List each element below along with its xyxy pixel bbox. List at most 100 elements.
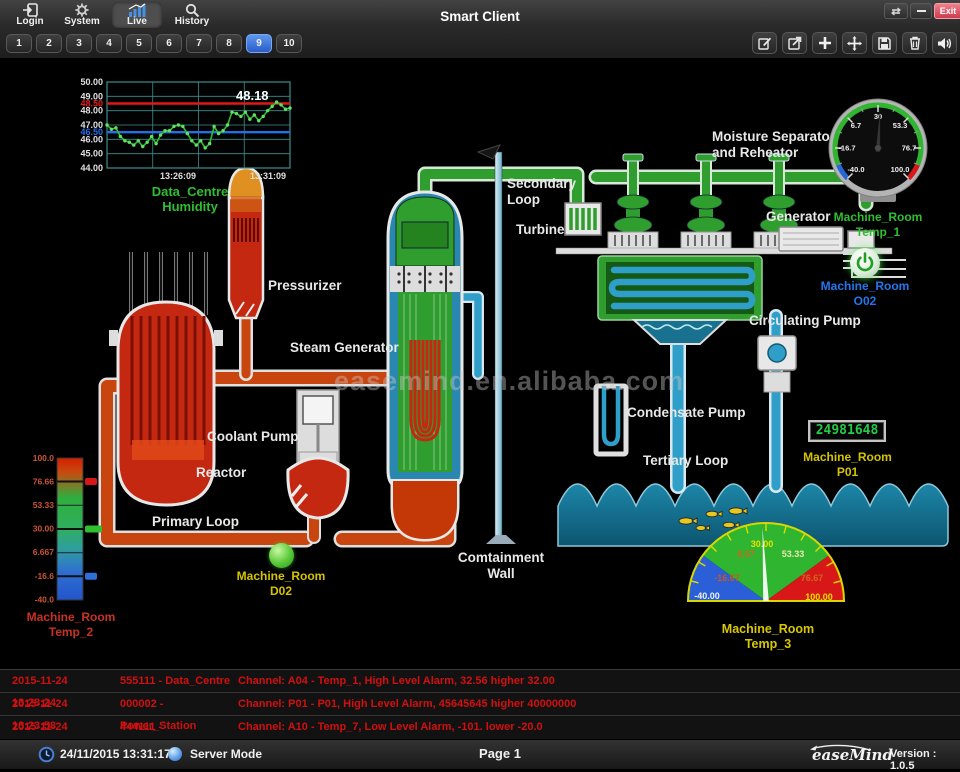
switch-o02-label: Machine_Room O02 bbox=[810, 279, 920, 309]
page-button-1[interactable]: 1 bbox=[6, 34, 32, 53]
svg-text:6.7: 6.7 bbox=[851, 121, 861, 130]
data-point bbox=[159, 133, 162, 136]
data-point bbox=[248, 118, 251, 121]
data-point bbox=[181, 125, 184, 128]
status-datetime: 24/11/2015 13:31:17 bbox=[60, 747, 171, 761]
login-icon bbox=[22, 3, 38, 17]
export-button[interactable] bbox=[782, 32, 807, 54]
bar-gauge-temp2-label: Machine_Room Temp_2 bbox=[6, 610, 136, 640]
gear-icon bbox=[74, 3, 90, 17]
svg-text:76.67: 76.67 bbox=[801, 573, 824, 583]
edit-button[interactable] bbox=[752, 32, 777, 54]
data-point bbox=[195, 143, 198, 146]
data-point bbox=[212, 125, 215, 128]
label-pressurizer: Pressurizer bbox=[268, 278, 342, 294]
add-button[interactable] bbox=[812, 32, 837, 54]
alarm-message: Channel: A04 - Temp_1, High Level Alarm,… bbox=[238, 670, 960, 692]
data-point bbox=[199, 139, 202, 142]
label-generator: Generator bbox=[766, 209, 831, 225]
svg-text:100.0: 100.0 bbox=[33, 453, 55, 463]
history-button[interactable]: History bbox=[168, 2, 216, 28]
live-chart-icon bbox=[128, 3, 146, 17]
y-axis-tick: 44.00 bbox=[80, 163, 103, 173]
alarm-row[interactable]: 2015-11-24 13:24:18444111 - Machine_Room… bbox=[0, 716, 960, 738]
data-point bbox=[288, 106, 291, 109]
move-button[interactable] bbox=[842, 32, 867, 54]
gauge-temp1-label: Machine_Room Temp_1 bbox=[824, 210, 932, 240]
coolant-pump bbox=[288, 390, 348, 518]
app-title: Smart Client bbox=[380, 9, 580, 24]
exit-button[interactable]: Exit bbox=[934, 3, 960, 19]
data-point bbox=[163, 129, 166, 132]
data-point bbox=[208, 142, 211, 145]
system-button[interactable]: System bbox=[58, 2, 106, 28]
refresh-icon bbox=[890, 7, 902, 16]
alarm-message: Channel: A10 - Temp_7, Low Level Alarm, … bbox=[238, 716, 960, 738]
login-button[interactable]: Login bbox=[8, 2, 52, 28]
data-point bbox=[105, 123, 108, 126]
data-point bbox=[186, 132, 189, 135]
svg-text:-40.0: -40.0 bbox=[35, 595, 55, 605]
data-point bbox=[190, 139, 193, 142]
data-point bbox=[257, 119, 260, 122]
page-button-6[interactable]: 6 bbox=[156, 34, 182, 53]
data-point bbox=[226, 123, 229, 126]
label-condensate-pump: Condensate Pump bbox=[627, 405, 746, 421]
data-point bbox=[177, 123, 180, 126]
alarm-message: Channel: P01 - P01, High Level Alarm, 45… bbox=[238, 693, 960, 715]
data-point bbox=[279, 103, 282, 106]
display-p01-label: Machine_Room P01 bbox=[800, 450, 895, 480]
page-button-4[interactable]: 4 bbox=[96, 34, 122, 53]
data-point bbox=[253, 113, 256, 116]
y-axis-tick: 45.00 bbox=[80, 149, 103, 159]
refresh-window-button[interactable] bbox=[884, 3, 908, 19]
delete-button[interactable] bbox=[902, 32, 927, 54]
alarm-row[interactable]: 2015-11-24 13:28:24555111 - Data_CentreC… bbox=[0, 670, 960, 693]
svg-text:-40.0: -40.0 bbox=[847, 165, 864, 174]
data-point bbox=[230, 110, 233, 113]
audio-button[interactable] bbox=[932, 32, 957, 54]
clock-icon bbox=[38, 746, 55, 763]
trend-chart-title: Data_Centre Humidity bbox=[90, 184, 290, 214]
data-point bbox=[244, 110, 247, 113]
current-page-label: Page 1 bbox=[445, 746, 555, 761]
alarm-station: 000002 - Power_Station bbox=[112, 693, 238, 715]
alarm-time: 2015-11-24 13:23:58 bbox=[0, 693, 112, 715]
minimize-button[interactable] bbox=[910, 3, 932, 19]
label-tertiary-loop: Tertiary Loop bbox=[643, 453, 728, 469]
save-button[interactable] bbox=[872, 32, 897, 54]
alarm-time: 2015-11-24 13:24:18 bbox=[0, 716, 112, 738]
page-button-10[interactable]: 10 bbox=[276, 34, 302, 53]
page-button-7[interactable]: 7 bbox=[186, 34, 212, 53]
page-button-2[interactable]: 2 bbox=[36, 34, 62, 53]
label-coolant-pump: Coolant Pump bbox=[207, 429, 299, 445]
page-button-5[interactable]: 5 bbox=[126, 34, 152, 53]
data-point bbox=[154, 142, 157, 145]
condenser bbox=[598, 256, 762, 344]
power-switch-o02[interactable] bbox=[850, 248, 880, 278]
page-button-8[interactable]: 8 bbox=[216, 34, 242, 53]
live-button[interactable]: Live bbox=[112, 2, 162, 28]
data-point bbox=[150, 135, 153, 138]
data-point bbox=[123, 139, 126, 142]
alarm-row[interactable]: 2015-11-24 13:23:58000002 - Power_Statio… bbox=[0, 693, 960, 716]
save-icon bbox=[878, 37, 891, 50]
indicator-d02-label: Machine_Room D02 bbox=[226, 569, 336, 599]
data-point bbox=[270, 105, 273, 108]
page-button-9[interactable]: 9 bbox=[246, 34, 272, 53]
x-axis-tick: 13:26:09 bbox=[160, 171, 196, 181]
data-point bbox=[221, 129, 224, 132]
data-point bbox=[275, 100, 278, 103]
svg-text:53.33: 53.33 bbox=[33, 500, 55, 510]
server-mode-indicator bbox=[168, 747, 182, 761]
indicator-lamp-d02 bbox=[269, 543, 294, 568]
label-moisture-separator: Moisture Separator and Reheator bbox=[712, 129, 835, 161]
move-icon bbox=[847, 36, 862, 51]
svg-text:76.66: 76.66 bbox=[33, 477, 55, 487]
value-marker bbox=[85, 526, 102, 533]
circulating-pump bbox=[758, 336, 796, 392]
brand-logo: easeMind bbox=[812, 746, 893, 764]
svg-text:53.33: 53.33 bbox=[782, 549, 805, 559]
page-button-3[interactable]: 3 bbox=[66, 34, 92, 53]
trend-chart-humidity: 50.0049.0048.0047.0046.0045.0044.0048.50… bbox=[68, 76, 304, 189]
